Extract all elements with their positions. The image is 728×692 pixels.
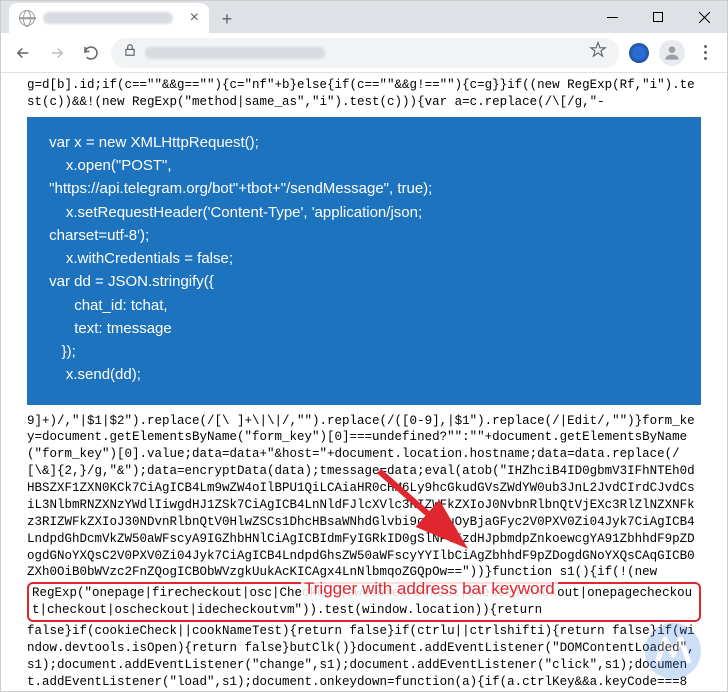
new-tab-button[interactable]: + <box>213 5 241 33</box>
back-button[interactable] <box>9 39 37 67</box>
url-blurred <box>145 47 325 59</box>
tab-close-icon[interactable]: × <box>190 9 199 27</box>
watermark-logo <box>641 619 705 683</box>
tab-title-blurred <box>43 12 173 24</box>
profile-avatar[interactable] <box>659 40 685 66</box>
reload-button[interactable] <box>77 39 105 67</box>
toolbar <box>1 33 727 73</box>
bookmark-star-icon[interactable] <box>589 41 607 64</box>
window-controls <box>589 1 727 33</box>
forward-button[interactable] <box>43 39 71 67</box>
address-bar[interactable] <box>111 38 619 68</box>
highlighted-code-blue: var x = new XMLHttpRequest(); x.open("PO… <box>27 117 701 405</box>
page-content: g=d[b].id;if(c==""&&g==""){c="nf"+b}else… <box>1 73 727 691</box>
titlebar: × + <box>1 1 727 33</box>
maximize-button[interactable] <box>635 1 681 33</box>
browser-tab[interactable]: × <box>9 3 209 33</box>
minimize-button[interactable] <box>589 1 635 33</box>
code-middle: 9]+)/,"|$1|$2").replace(/[\ ]+\|\|/,"").… <box>27 413 701 582</box>
close-button[interactable] <box>681 1 727 33</box>
menu-button[interactable] <box>691 39 719 67</box>
browser-window: × + <box>0 0 728 692</box>
malwarebytes-icon[interactable] <box>625 39 653 67</box>
code-top: g=d[b].id;if(c==""&&g==""){c="nf"+b}else… <box>27 77 701 111</box>
code-bottom: false}if(cookieCheck||cookNameTest){retu… <box>27 623 701 691</box>
globe-icon <box>19 10 35 26</box>
lock-icon <box>123 43 137 62</box>
annotation-trigger-label: Trigger with address bar keyword <box>301 578 558 601</box>
